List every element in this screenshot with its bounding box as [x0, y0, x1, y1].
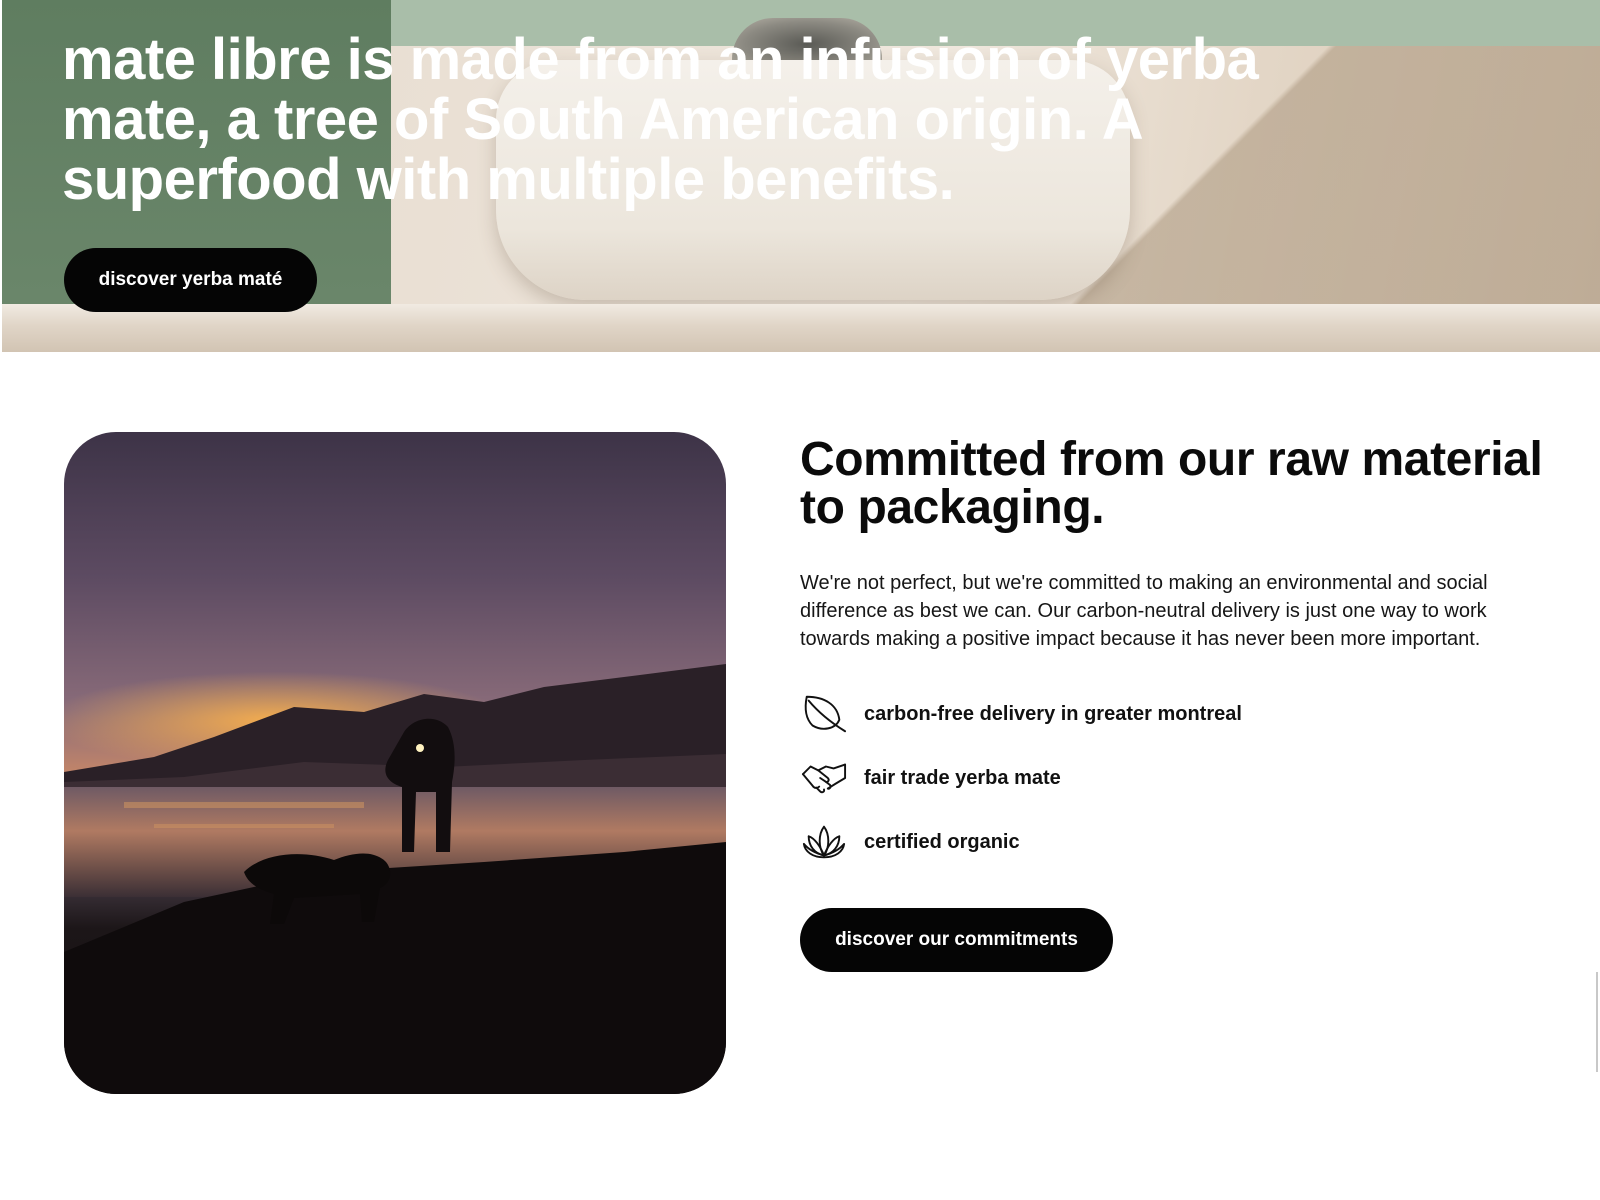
- feature-item-fair-trade: fair trade yerba mate: [800, 754, 1500, 802]
- feature-item-organic: certified organic: [800, 818, 1500, 866]
- scrollbar-thumb[interactable]: [1596, 972, 1598, 1072]
- hero-title: mate libre is made from an infusion of y…: [62, 27, 1259, 212]
- feature-item-carbon-free: carbon-free delivery in greater montreal: [800, 690, 1500, 738]
- discover-yerba-mate-button[interactable]: discover yerba maté: [64, 248, 317, 312]
- discover-commitments-button[interactable]: discover our commitments: [800, 908, 1113, 972]
- commitments-title: Committed from our raw material to packa…: [800, 433, 1543, 534]
- sunset-hiker-dog-photo: [64, 432, 726, 1094]
- lotus-icon: [800, 818, 848, 866]
- commitments-description: We're not perfect, but we're committed t…: [800, 572, 1488, 650]
- leaf-icon: [800, 690, 848, 738]
- feature-label: certified organic: [864, 830, 1020, 853]
- handshake-icon: [800, 754, 848, 802]
- commitments-feature-list: carbon-free delivery in greater montreal…: [800, 690, 1500, 882]
- feature-label: carbon-free delivery in greater montreal: [864, 702, 1242, 725]
- feature-label: fair trade yerba mate: [864, 766, 1061, 789]
- photo-silhouettes: [64, 652, 726, 1094]
